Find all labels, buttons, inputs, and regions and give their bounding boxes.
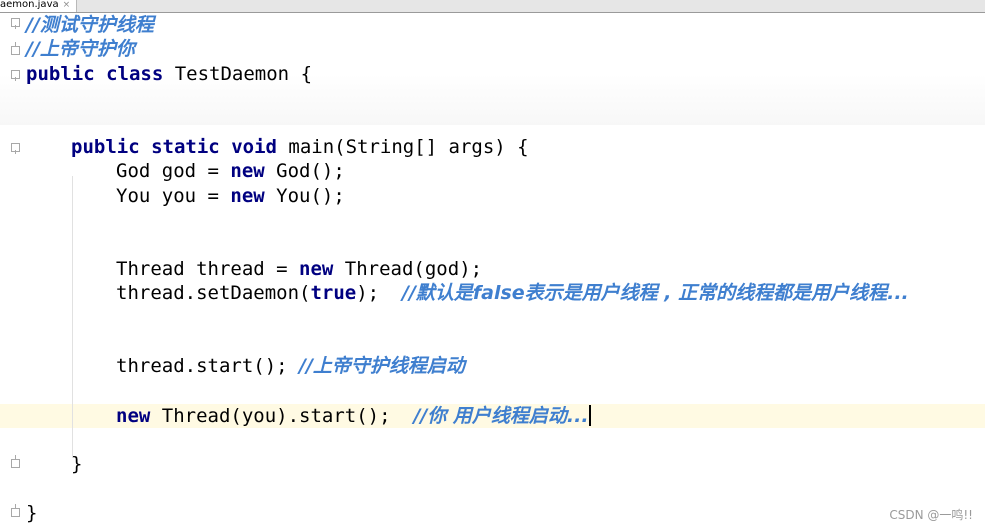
code-editor[interactable]: //测试守护线程 //上帝守护你 public class TestDaemon… bbox=[0, 13, 985, 531]
tab-test-daemon[interactable]: aemon.java × bbox=[0, 0, 78, 12]
code-line-3[interactable]: public class TestDaemon { bbox=[26, 62, 312, 86]
code-text: God god = bbox=[116, 160, 231, 182]
code-comment: //上帝守护你 bbox=[26, 38, 135, 60]
code-line-18[interactable]: } bbox=[71, 452, 82, 476]
code-line-2[interactable]: //上帝守护你 bbox=[26, 37, 135, 61]
code-line-10[interactable]: Thread thread = new Thread(god); bbox=[116, 257, 482, 281]
keyword: public bbox=[71, 136, 140, 158]
code-text: } bbox=[71, 453, 83, 475]
code-line-11[interactable]: thread.setDaemon(true); //默认是false表示是用户线… bbox=[116, 281, 909, 305]
fold-marker-icon[interactable] bbox=[11, 143, 20, 154]
code-line-20[interactable]: } bbox=[26, 501, 37, 525]
code-text: } bbox=[26, 502, 38, 524]
code-text: main(String[] args) { bbox=[276, 136, 529, 158]
csdn-watermark: CSDN @一鸣!! bbox=[889, 508, 973, 522]
code-text: thread.start(); bbox=[116, 355, 300, 377]
code-line-7[interactable]: You you = new You(); bbox=[116, 184, 345, 208]
code-text: God(); bbox=[264, 160, 345, 182]
keyword: true bbox=[310, 282, 357, 304]
keyword: public bbox=[26, 63, 95, 85]
code-line-5[interactable]: public static void main(String[] args) { bbox=[71, 135, 529, 159]
keyword: class bbox=[106, 63, 164, 85]
code-text: TestDaemon { bbox=[163, 63, 313, 85]
keyword: new bbox=[116, 405, 151, 427]
keyword: void bbox=[231, 136, 277, 158]
code-text: You(); bbox=[264, 185, 345, 207]
code-comment: //测试守护线程 bbox=[26, 14, 154, 36]
code-comment: //上帝守护线程启动 bbox=[299, 355, 465, 377]
indent-guide bbox=[72, 176, 73, 458]
close-icon[interactable]: × bbox=[63, 0, 71, 10]
code-line-16[interactable]: new Thread(you).start(); //你 用户线程启动... bbox=[116, 404, 591, 428]
text-cursor bbox=[588, 405, 591, 426]
code-text: thread.setDaemon( bbox=[116, 282, 311, 304]
fold-marker-icon[interactable] bbox=[11, 42, 20, 55]
tab-filename: aemon.java bbox=[0, 0, 59, 10]
keyword: new bbox=[230, 160, 265, 182]
editor-tab-bar: aemon.java × bbox=[0, 0, 985, 13]
code-text: Thread(you).start(); bbox=[150, 405, 414, 427]
code-line-6[interactable]: God god = new God(); bbox=[116, 159, 345, 183]
code-text: You you = bbox=[116, 185, 231, 207]
code-text: ); bbox=[356, 282, 402, 304]
code-text: Thread(god); bbox=[333, 258, 483, 280]
fold-marker-icon[interactable] bbox=[11, 455, 20, 468]
fold-marker-icon[interactable] bbox=[11, 18, 20, 29]
code-comment: //你 用户线程启动... bbox=[413, 405, 589, 427]
code-line-14[interactable]: thread.start(); //上帝守护线程启动 bbox=[116, 354, 465, 378]
code-text: Thread thread = bbox=[116, 258, 300, 280]
fold-marker-icon[interactable] bbox=[11, 504, 20, 517]
keyword: new bbox=[230, 185, 265, 207]
code-line-1[interactable]: //测试守护线程 bbox=[26, 13, 154, 37]
keyword: static bbox=[151, 136, 220, 158]
keyword: new bbox=[299, 258, 334, 280]
code-comment: //默认是false表示是用户线程 , 正常的线程都是用户线程... bbox=[402, 282, 909, 304]
fold-marker-icon[interactable] bbox=[11, 70, 20, 81]
